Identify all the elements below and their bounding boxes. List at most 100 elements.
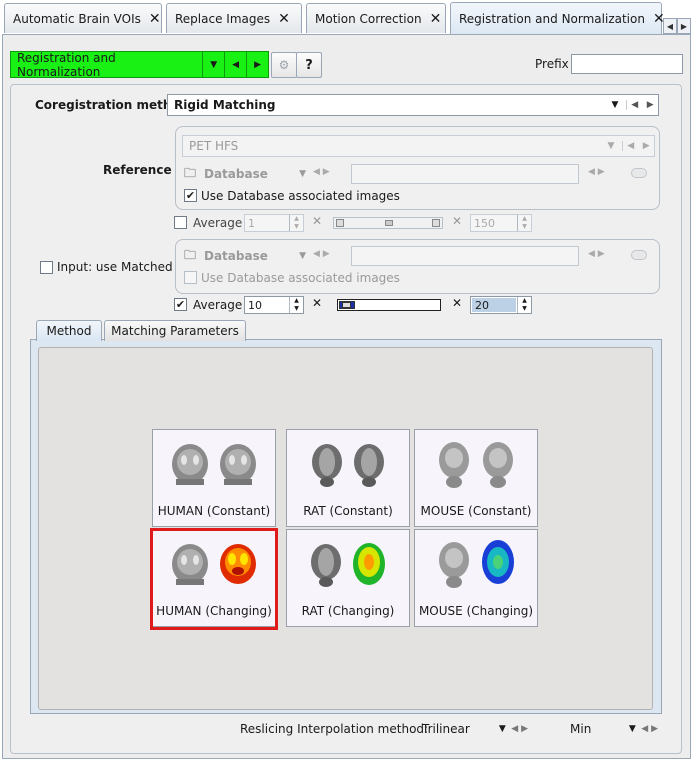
slider-thumb[interactable]: [385, 220, 393, 226]
reference-range-slider[interactable]: [333, 217, 443, 229]
rat-brain-pet-icon: [353, 543, 385, 585]
rat-brain-gray-icon: [354, 444, 384, 487]
mouse-brain-gray-icon: [439, 442, 469, 488]
reference-avg-from-spinner[interactable]: 1 ▲ ▼: [244, 214, 304, 232]
dropdown-arrow-icon[interactable]: ▼: [299, 169, 306, 179]
spinner-arrows-icon[interactable]: ▲ ▼: [517, 297, 531, 313]
reference-source-value: Database: [204, 167, 268, 181]
reslicing-mode-value: Min: [570, 722, 592, 736]
tab-scroll-right-icon[interactable]: ▶: [677, 18, 691, 34]
template-label: RAT (Changing): [301, 604, 395, 618]
prev-next-icons[interactable]: ◀ ▶: [313, 249, 330, 259]
spinner-value: 150: [474, 216, 495, 230]
reslicing-method-select[interactable]: Trilinear ▼ ◀ ▶: [418, 719, 528, 739]
tab-scroll-left-icon[interactable]: ◀: [663, 18, 677, 34]
dropdown-arrow-icon[interactable]: ▼: [299, 251, 306, 261]
template-label: MOUSE (Changing): [418, 604, 534, 618]
reference-label: Reference: [103, 163, 172, 177]
close-icon[interactable]: ✕: [278, 11, 290, 27]
dropdown-arrow-icon[interactable]: ▼: [604, 100, 626, 110]
tab-motion-correction[interactable]: Motion Correction ✕: [306, 3, 446, 33]
mouse-brain-pet-icon: [482, 540, 514, 584]
prev-next-icons[interactable]: ◀ ▶: [641, 724, 658, 734]
spinner-arrows-icon[interactable]: ▲ ▼: [517, 215, 531, 231]
template-rat-changing[interactable]: RAT (Changing): [286, 529, 410, 627]
clear-icon[interactable]: [631, 250, 647, 260]
tab-registration-and-normalization[interactable]: Registration and Normalization ✕: [450, 2, 665, 34]
template-human-constant[interactable]: HUMAN (Constant): [152, 429, 276, 527]
prev-next-icons[interactable]: ◀ ▶: [511, 724, 528, 734]
input-use-matched-label: Input: use Matched: [57, 260, 173, 274]
prev-next-icons[interactable]: ◀ ▶: [313, 167, 330, 177]
dropdown-arrow-icon[interactable]: ▼: [493, 724, 511, 734]
reference-path-field[interactable]: [351, 164, 579, 184]
settings-gear-icon[interactable]: ⚙: [271, 52, 297, 78]
reference-use-db-checkbox[interactable]: ✔: [184, 189, 197, 202]
close-icon[interactable]: ✕: [430, 11, 442, 27]
reference-avg-to-spinner[interactable]: 150 ▲ ▼: [470, 214, 532, 232]
reference-average-label: Average: [193, 216, 243, 230]
template-rat-constant[interactable]: RAT (Constant): [286, 429, 410, 527]
input-average-checkbox[interactable]: ✔: [174, 298, 187, 311]
times-icon: ✕: [452, 296, 463, 310]
prefix-label: Prefix: [535, 57, 569, 71]
input-use-db-checkbox[interactable]: [184, 271, 197, 284]
input-avg-to-spinner[interactable]: 20 ▲ ▼: [470, 296, 532, 314]
tab-replace-images[interactable]: Replace Images ✕: [166, 3, 302, 33]
reference-use-db-label: Use Database associated images: [201, 189, 400, 203]
prev-next-icons[interactable]: ◀ ▶: [626, 100, 658, 110]
template-label: MOUSE (Constant): [420, 504, 532, 518]
coregistration-label: Coregistration method: [35, 98, 189, 112]
reference-series-select[interactable]: PET HFS ▼ ◀ ▶: [182, 135, 655, 157]
tab-label: Automatic Brain VOIs: [13, 11, 141, 26]
clear-icon[interactable]: [631, 168, 647, 178]
reference-average-checkbox[interactable]: [174, 216, 187, 229]
input-avg-from-spinner[interactable]: 10 ▲ ▼: [244, 296, 304, 314]
next-icon[interactable]: ▶: [246, 52, 268, 77]
reslicing-mode-select[interactable]: Min ▼ ◀ ▶: [566, 719, 658, 739]
tab-method[interactable]: Method: [36, 320, 102, 341]
dropdown-arrow-icon[interactable]: ▼: [202, 52, 224, 77]
input-path-field[interactable]: [351, 246, 579, 266]
input-use-db-label: Use Database associated images: [201, 271, 400, 285]
slider-right-handle[interactable]: [432, 219, 440, 227]
close-icon[interactable]: ✕: [149, 11, 161, 27]
input-range-slider[interactable]: [337, 299, 441, 311]
spinner-arrows-icon[interactable]: ▲ ▼: [289, 297, 303, 313]
dropdown-arrow-icon[interactable]: ▼: [623, 724, 641, 734]
reference-series-value: PET HFS: [189, 139, 239, 153]
input-source-select[interactable]: 🗀 Database ▼: [184, 246, 306, 266]
spinner-value: 10: [248, 298, 262, 312]
mouse-brain-gray-icon: [439, 542, 469, 588]
prev-next-icons[interactable]: ◀ ▶: [588, 249, 605, 259]
previous-icon[interactable]: ◀: [224, 52, 246, 77]
workflow-selector[interactable]: Registration and Normalization ▼ ◀ ▶: [10, 51, 269, 79]
slider-left-handle[interactable]: [336, 219, 344, 227]
template-mouse-changing[interactable]: MOUSE (Changing): [414, 529, 538, 627]
prev-next-icons[interactable]: ◀ ▶: [588, 167, 605, 177]
rat-brain-gray-icon: [311, 544, 341, 587]
slider-thumb[interactable]: [342, 302, 351, 308]
template-label: RAT (Constant): [303, 504, 393, 518]
reslicing-value: Trilinear: [422, 722, 470, 736]
spinner-arrows-icon[interactable]: ▲ ▼: [289, 215, 303, 231]
dropdown-arrow-icon[interactable]: ▼: [600, 141, 622, 151]
brain-gray-icon: [220, 444, 256, 485]
prefix-input[interactable]: [571, 54, 683, 74]
prev-next-icons[interactable]: ◀ ▶: [622, 141, 654, 151]
tab-automatic-brain-vois[interactable]: Automatic Brain VOIs ✕: [4, 3, 162, 33]
coregistration-method-select[interactable]: Rigid Matching ▼ ◀ ▶: [167, 94, 659, 116]
template-mouse-constant[interactable]: MOUSE (Constant): [414, 429, 538, 527]
input-source-value: Database: [204, 249, 268, 263]
help-button[interactable]: ?: [296, 52, 322, 78]
reference-source-select[interactable]: 🗀 Database ▼: [184, 164, 306, 184]
coregistration-value: Rigid Matching: [174, 98, 276, 112]
rat-brain-gray-icon: [312, 444, 342, 487]
spinner-value: 1: [248, 216, 255, 230]
selected-template-outline: [150, 528, 278, 630]
tab-label: Registration and Normalization: [459, 11, 645, 26]
times-icon: ✕: [312, 214, 323, 228]
input-use-matched-checkbox[interactable]: [40, 261, 53, 274]
mouse-brain-gray-icon: [483, 442, 513, 488]
tab-matching-parameters[interactable]: Matching Parameters: [104, 320, 246, 341]
